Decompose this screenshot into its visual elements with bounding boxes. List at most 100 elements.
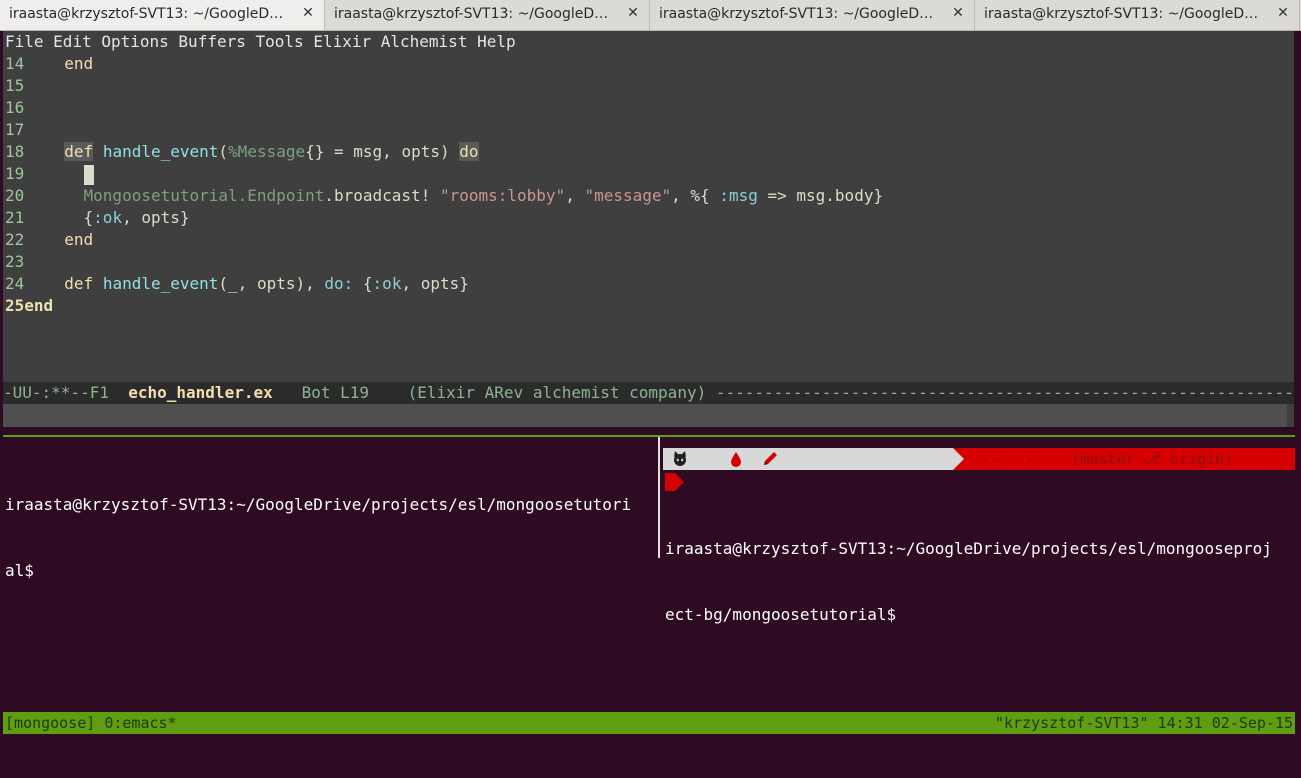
code-text: {} = msg, opts)	[305, 142, 460, 161]
tmux-status-bar: [mongoose] 0:emacs* "krzysztof-SVT13" 14…	[3, 712, 1295, 734]
code-line: 25end	[5, 295, 1294, 317]
shell-prompt: iraasta@krzysztof-SVT13:~/GoogleDrive/pr…	[5, 495, 632, 514]
modeline-position: Bot L19	[272, 383, 408, 402]
drop-icon	[729, 450, 743, 472]
tab-1[interactable]: iraasta@krzysztof-SVT13: ~/GoogleDrive/p…	[0, 0, 325, 30]
struct-name: %Message	[228, 142, 306, 161]
modeline-modes: (Elixir ARev alchemist company) --------…	[407, 383, 1294, 402]
code-text: , opts}	[122, 208, 190, 227]
pane-separator-horizontal	[3, 435, 1295, 437]
menu-file[interactable]: File	[5, 31, 44, 53]
function-name: handle_event	[102, 142, 219, 161]
right-terminal-pane[interactable]: iraasta@krzysztof-SVT13:~/GoogleDrive/pr…	[665, 494, 1272, 648]
shell-prompt-continuation: ect-bg/mongoosetutorial$	[665, 605, 897, 624]
line-number: 20	[5, 186, 25, 205]
close-icon[interactable]: ✕	[301, 5, 315, 23]
menu-tools[interactable]: Tools	[256, 31, 304, 53]
line-number: 23	[5, 252, 25, 271]
line-number: 19	[5, 164, 25, 183]
tmux-host-clock: "krzysztof-SVT13" 14:31 02-Sep-15	[994, 714, 1293, 732]
modeline-buffer-name[interactable]: echo_handler.ex	[128, 383, 273, 402]
powerline-separator	[953, 448, 964, 470]
code-line: 14 end	[5, 53, 1294, 75]
atom-literal: :ok	[372, 274, 402, 293]
menu-edit[interactable]: Edit	[53, 31, 92, 53]
tab-2[interactable]: iraasta@krzysztof-SVT13: ~/GoogleDrive/p…	[325, 0, 650, 30]
keyword-highlighted: do	[459, 142, 479, 161]
code-text: ,	[565, 186, 585, 205]
code-line: 17	[5, 119, 1294, 141]
function-name: handle_event	[102, 274, 219, 293]
string-literal: "message"	[584, 186, 672, 205]
close-icon[interactable]: ✕	[626, 5, 640, 23]
octocat-icon	[671, 450, 689, 472]
keyword-highlighted: def	[64, 142, 94, 161]
emacs-menu-bar: File Edit Options Buffers Tools Elixir A…	[5, 31, 516, 53]
tab-title: iraasta@krzysztof-SVT13: ~/GoogleDrive/p…	[9, 6, 287, 22]
line-number: 14	[5, 54, 25, 73]
git-status: -- -- (master ⎇ origin)	[981, 450, 1234, 468]
code-line: 23	[5, 251, 1294, 273]
tab-title: iraasta@krzysztof-SVT13: ~/GoogleDrive/p…	[334, 6, 612, 22]
close-icon[interactable]: ✕	[1276, 5, 1290, 23]
code-line: 24 def handle_event(_, opts), do: {:ok, …	[5, 273, 1294, 295]
left-terminal-pane[interactable]: iraasta@krzysztof-SVT13:~/GoogleDrive/pr…	[5, 450, 631, 604]
code-line: 21 {:ok, opts}	[5, 207, 1294, 229]
menu-alchemist[interactable]: Alchemist	[381, 31, 468, 53]
powerline-prompt-bar: -- -- (master ⎇ origin)	[663, 448, 1295, 470]
code-line: 19	[5, 163, 1294, 185]
code-line: 18 def handle_event(%Message{} = msg, op…	[5, 141, 1294, 163]
tab-title: iraasta@krzysztof-SVT13: ~/GoogleDrive/p…	[659, 6, 937, 22]
code-line: 15	[5, 75, 1294, 97]
string-literal: "rooms:lobby"	[439, 186, 566, 205]
line-number: 17	[5, 120, 25, 139]
keyword: def	[64, 274, 94, 293]
line-number: 24	[5, 274, 25, 293]
atom-literal: :ok	[93, 208, 123, 227]
menu-buffers[interactable]: Buffers	[178, 31, 245, 53]
text-cursor	[83, 164, 94, 185]
code-text: {	[353, 274, 373, 293]
line-number: 22	[5, 230, 25, 249]
powerline-segment-info	[663, 448, 953, 470]
menu-elixir[interactable]: Elixir	[313, 31, 371, 53]
atom-literal: :msg	[719, 186, 758, 205]
code-text: (	[218, 142, 229, 161]
terminal-tab-bar: iraasta@krzysztof-SVT13: ~/GoogleDrive/p…	[0, 0, 1301, 31]
shell-prompt-continuation: al$	[5, 561, 34, 580]
shell-prompt: iraasta@krzysztof-SVT13:~/GoogleDrive/pr…	[665, 539, 1272, 558]
code-text: {	[83, 208, 94, 227]
keyword: end	[64, 230, 94, 249]
menu-options[interactable]: Options	[101, 31, 168, 53]
code-line: 22 end	[5, 229, 1294, 251]
keyword: end	[24, 296, 54, 315]
code-text: (_, opts),	[218, 274, 325, 293]
line-number: 16	[5, 98, 25, 117]
code-text: .broadcast!	[324, 186, 440, 205]
pencil-icon	[761, 450, 779, 472]
menu-help[interactable]: Help	[477, 31, 516, 53]
code-line: 16	[5, 97, 1294, 119]
emacs-window[interactable]: File Edit Options Buffers Tools Elixir A…	[3, 31, 1294, 427]
prompt-arrow-icon	[665, 473, 684, 491]
keyword: end	[64, 54, 94, 73]
code-line: 20 Mongoosetutorial.Endpoint.broadcast! …	[5, 185, 1294, 207]
line-number: 15	[5, 76, 25, 95]
code-text: , %{	[671, 186, 720, 205]
module-name: Mongoosetutorial.Endpoint	[83, 186, 325, 205]
tab-title: iraasta@krzysztof-SVT13: ~/GoogleDrive/p…	[984, 6, 1262, 22]
line-number: 25	[5, 296, 25, 315]
tab-3[interactable]: iraasta@krzysztof-SVT13: ~/GoogleDrive/p…	[650, 0, 975, 30]
emacs-minibuffer[interactable]	[3, 404, 1287, 427]
code-editor[interactable]: 14 end 15 16 17 18 def handle_event(%Mes…	[5, 53, 1294, 317]
code-text: => msg.body}	[757, 186, 884, 205]
pane-separator-vertical	[658, 437, 660, 558]
close-icon[interactable]: ✕	[951, 5, 965, 23]
line-number: 21	[5, 208, 25, 227]
tab-4[interactable]: iraasta@krzysztof-SVT13: ~/GoogleDrive/p…	[975, 0, 1300, 30]
keyword-arg: do:	[324, 274, 354, 293]
line-number: 18	[5, 142, 25, 161]
emacs-mode-line: -UU-:**--F1 echo_handler.ex Bot L19 (Eli…	[3, 382, 1294, 404]
tmux-session-window[interactable]: [mongoose] 0:emacs*	[5, 712, 177, 734]
code-text: , opts}	[401, 274, 469, 293]
